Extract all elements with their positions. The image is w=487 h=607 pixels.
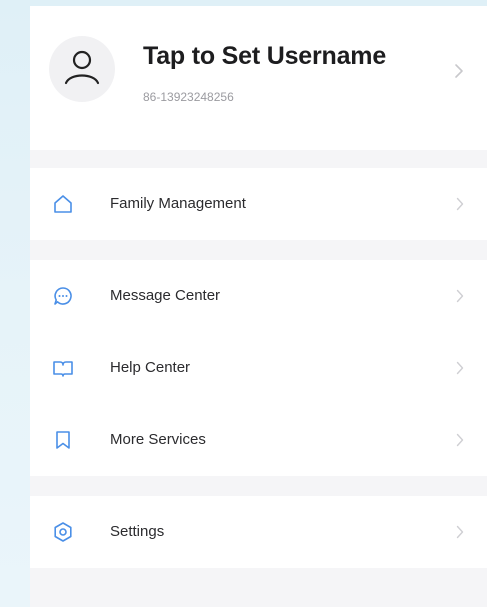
app-screen: Tap to Set Username 86-13923248256 Famil… bbox=[30, 6, 487, 607]
menu-item-label: Message Center bbox=[110, 287, 221, 304]
settings-icon bbox=[52, 521, 74, 543]
phone-number: 86-13923248256 bbox=[143, 90, 234, 104]
family-section: Family Management bbox=[30, 168, 487, 240]
chevron-right-icon bbox=[455, 64, 463, 78]
settings-section: Settings bbox=[30, 496, 487, 568]
message-icon bbox=[52, 285, 74, 307]
menu-item-family-management[interactable]: Family Management bbox=[30, 168, 487, 240]
avatar[interactable] bbox=[49, 36, 115, 102]
menu-item-label: Settings bbox=[110, 523, 165, 540]
user-icon bbox=[64, 50, 100, 85]
chevron-right-icon bbox=[456, 197, 464, 211]
chevron-right-icon bbox=[456, 433, 464, 447]
username-label[interactable]: Tap to Set Username bbox=[143, 42, 386, 71]
bookmark-icon bbox=[52, 429, 74, 451]
profile-header[interactable]: Tap to Set Username 86-13923248256 bbox=[30, 6, 487, 150]
services-section: Message Center Help Center More Services bbox=[30, 260, 487, 476]
home-icon bbox=[52, 193, 74, 215]
menu-item-help-center[interactable]: Help Center bbox=[30, 332, 487, 404]
menu-item-label: Family Management bbox=[110, 195, 246, 212]
chevron-right-icon bbox=[456, 361, 464, 375]
menu-item-settings[interactable]: Settings bbox=[30, 496, 487, 568]
book-icon bbox=[52, 357, 74, 379]
menu-item-label: Help Center bbox=[110, 359, 191, 376]
menu-item-more-services[interactable]: More Services bbox=[30, 404, 487, 476]
menu-item-message-center[interactable]: Message Center bbox=[30, 260, 487, 332]
chevron-right-icon bbox=[456, 289, 464, 303]
chevron-right-icon bbox=[456, 525, 464, 539]
menu-item-label: More Services bbox=[110, 431, 206, 448]
